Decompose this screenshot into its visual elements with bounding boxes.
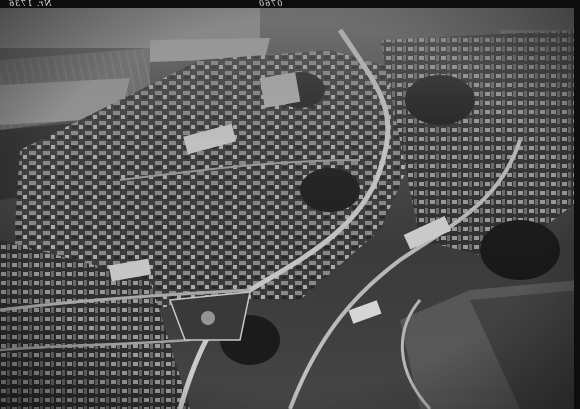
aerial-scene [0,0,580,409]
photo-border-right [574,0,580,409]
photo-border-top [0,0,580,8]
aerial-photograph: Nr. 1736 0760 [0,0,580,409]
vignette-overlay [0,0,580,409]
margin-inscription-right: 0760 [258,0,283,8]
margin-inscription-left: Nr. 1736 [8,0,52,8]
